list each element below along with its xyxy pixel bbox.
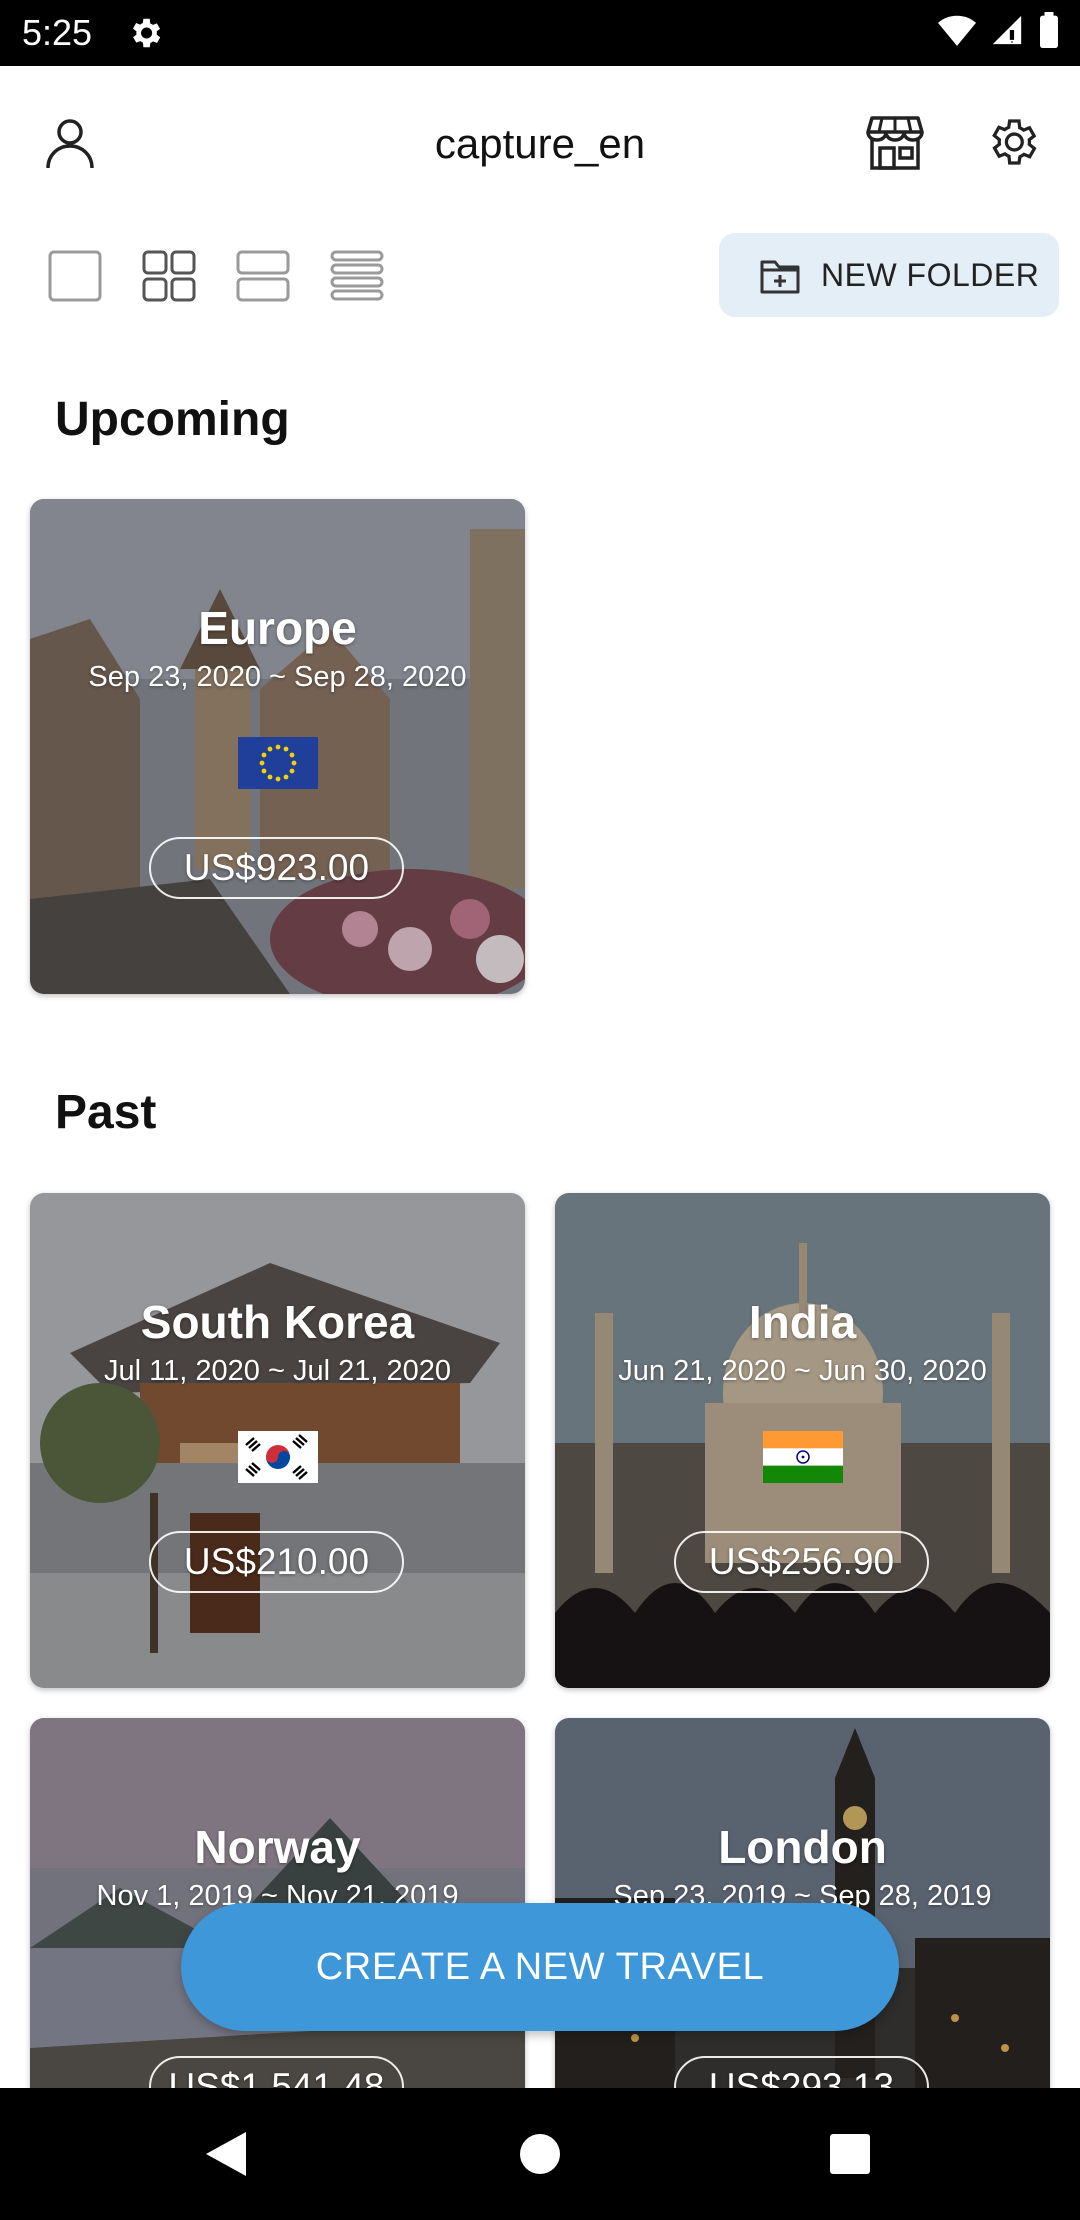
battery-icon <box>1040 12 1058 48</box>
trip-name: Norway <box>194 1821 361 1873</box>
new-folder-label: NEW FOLDER <box>821 256 1040 293</box>
trip-name: London <box>718 1821 887 1873</box>
wifi-icon <box>938 15 976 46</box>
upcoming-section-title: Upcoming <box>55 393 290 446</box>
settings-notification-icon <box>132 18 161 48</box>
view-toolbar: NEW FOLDER <box>0 230 1080 320</box>
grid-view-icon[interactable] <box>142 250 196 302</box>
status-time: 5:25 <box>22 12 93 53</box>
store-icon[interactable] <box>866 114 924 170</box>
single-view-icon[interactable] <box>48 250 102 302</box>
back-icon[interactable] <box>198 2126 254 2182</box>
app-header: capture_en <box>0 66 1080 222</box>
south-korea-flag-icon <box>238 1431 318 1483</box>
eu-flag-icon <box>238 737 318 789</box>
past-section-title: Past <box>55 1086 157 1139</box>
trip-card-europe[interactable]: Europe Sep 23, 2020 ~ Sep 28, 2020 US$92… <box>30 499 525 994</box>
trip-name: Europe <box>198 602 357 654</box>
home-icon[interactable] <box>512 2126 568 2182</box>
trip-amount: US$256.90 <box>674 1531 929 1593</box>
new-folder-button[interactable]: NEW FOLDER <box>719 233 1059 317</box>
trip-card-india[interactable]: India Jun 21, 2020 ~ Jun 30, 2020 US$256… <box>555 1193 1050 1688</box>
list-view-icon[interactable] <box>330 250 384 302</box>
create-new-travel-button[interactable]: CREATE A NEW TRAVEL <box>181 1903 899 2031</box>
recents-icon[interactable] <box>822 2126 878 2182</box>
trip-amount: US$210.00 <box>149 1531 404 1593</box>
row-view-icon[interactable] <box>236 250 290 302</box>
trip-name: South Korea <box>140 1296 415 1348</box>
trip-dates: Jul 11, 2020 ~ Jul 21, 2020 <box>104 1355 451 1387</box>
trip-amount: US$923.00 <box>149 837 404 899</box>
cellular-signal-icon <box>992 15 1022 45</box>
status-bar: 5:25 <box>0 0 1080 66</box>
trip-name: India <box>748 1296 857 1348</box>
settings-icon[interactable] <box>984 114 1040 170</box>
folder-add-icon <box>760 260 800 294</box>
trip-dates: Sep 23, 2020 ~ Sep 28, 2020 <box>88 661 467 693</box>
system-nav-bar <box>0 2088 1080 2220</box>
trip-card-south-korea[interactable]: South Korea Jul 11, 2020 ~ Jul 21, 2020 … <box>30 1193 525 1688</box>
trip-dates: Jun 21, 2020 ~ Jun 30, 2020 <box>618 1355 987 1387</box>
india-flag-icon <box>763 1431 843 1483</box>
